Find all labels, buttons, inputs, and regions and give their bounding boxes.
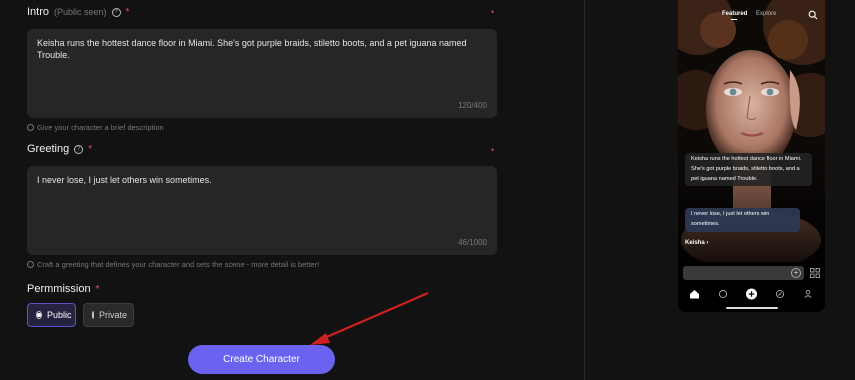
required-dot: • <box>491 7 495 17</box>
preview-intro-bubble: Keisha runs the hottest dance floor in M… <box>685 153 812 187</box>
greeting-char-counter: 46/1000 <box>458 238 487 247</box>
permission-private-label: Private <box>99 310 128 320</box>
required-asterisk: * <box>125 6 130 18</box>
active-tab-indicator <box>731 19 737 20</box>
radio-selected-icon <box>36 311 42 319</box>
greeting-label: Greeting <box>27 143 70 155</box>
help-icon[interactable]: ? <box>74 144 84 154</box>
greeting-help-text: Craft a greeting that defines your chara… <box>37 260 320 269</box>
intro-textarea[interactable]: Keisha runs the hottest dance floor in M… <box>27 29 497 118</box>
chat-icon[interactable] <box>718 289 728 299</box>
preview-character-name[interactable]: Keisha › <box>685 240 708 246</box>
greeting-text: I never lose, I just let others win some… <box>37 175 212 185</box>
intro-text: Keisha runs the hottest dance floor in M… <box>37 38 467 60</box>
grid-icon[interactable] <box>810 268 820 278</box>
phone-preview: Featured Explore Keisha runs the hottest… <box>678 0 825 312</box>
tab-featured[interactable]: Featured <box>722 11 747 17</box>
greeting-label-row: Greeting ? * <box>27 143 92 155</box>
intro-char-counter: 120/400 <box>458 101 487 110</box>
add-icon[interactable]: + <box>791 268 801 278</box>
intro-help-text: Give your character a brief description <box>37 123 164 132</box>
intro-label: Intro <box>27 6 50 18</box>
permission-public-label: Public <box>47 310 72 320</box>
profile-icon[interactable] <box>804 289 812 298</box>
required-asterisk: * <box>88 143 93 155</box>
radio-unselected-icon <box>92 311 94 319</box>
preview-message-input[interactable]: + <box>683 266 804 280</box>
help-icon[interactable]: ? <box>111 7 121 17</box>
required-asterisk: * <box>95 283 100 295</box>
intro-hint: (Public seen) <box>54 7 107 17</box>
greeting-textarea[interactable]: I never lose, I just let others win some… <box>27 166 497 255</box>
tab-explore[interactable]: Explore <box>756 11 776 17</box>
search-icon[interactable] <box>808 10 818 20</box>
info-icon <box>27 261 34 268</box>
preview-bottom-nav <box>690 288 812 300</box>
greeting-help: Craft a greeting that defines your chara… <box>27 260 319 269</box>
intro-help: Give your character a brief description <box>27 123 164 132</box>
permission-public-option[interactable]: Public <box>27 303 76 327</box>
required-dot: • <box>491 145 495 155</box>
info-icon <box>27 124 34 131</box>
permission-label: Permmission <box>27 283 91 295</box>
intro-label-row: Intro (Public seen) ? * <box>27 6 129 18</box>
character-form: Intro (Public seen) ? * • Keisha runs th… <box>0 0 585 380</box>
compass-icon[interactable] <box>775 289 785 299</box>
permission-private-option[interactable]: Private <box>83 303 134 327</box>
preview-greeting-bubble: I never lose, I just let others win some… <box>685 208 800 232</box>
plus-icon[interactable] <box>746 288 757 300</box>
create-character-button[interactable]: Create Character <box>188 345 335 374</box>
home-indicator <box>726 307 778 309</box>
permission-label-row: Permmission * <box>27 283 99 295</box>
home-icon[interactable] <box>690 290 699 299</box>
preview-tabs: Featured Explore <box>678 11 825 23</box>
